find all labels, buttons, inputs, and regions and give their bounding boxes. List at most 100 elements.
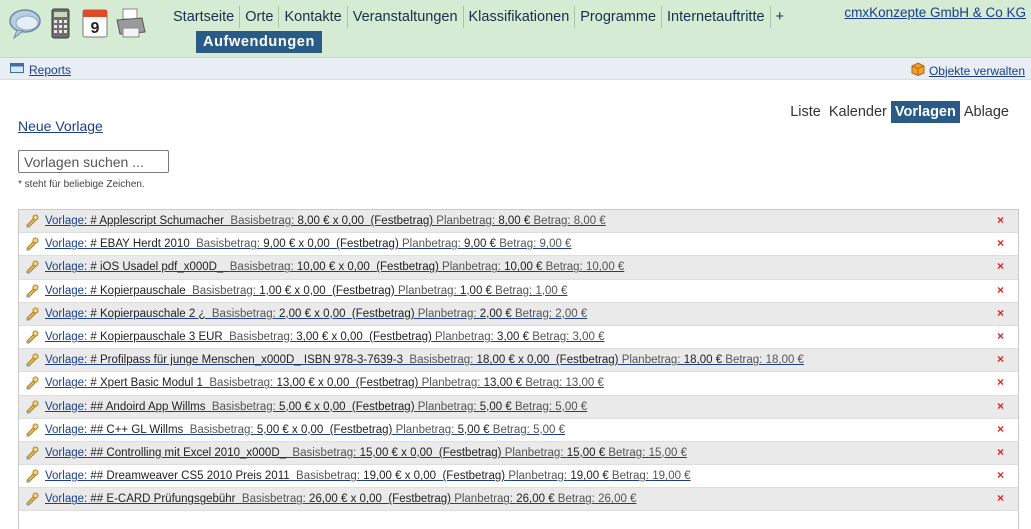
betrag-value: 5,00 € bbox=[533, 423, 566, 436]
festbetrag-label: (Festbetrag) bbox=[351, 307, 415, 320]
delete-icon[interactable]: × bbox=[997, 259, 1004, 273]
betrag-label: Betrag: bbox=[514, 400, 553, 413]
planbetrag-value: 5,00 € bbox=[457, 423, 490, 436]
template-prefix: Vorlage: bbox=[45, 215, 88, 228]
delete-icon[interactable]: × bbox=[997, 468, 1004, 482]
delete-icon[interactable]: × bbox=[997, 352, 1004, 366]
planbetrag-label: Planbetrag: bbox=[508, 470, 568, 483]
template-icon bbox=[25, 214, 39, 228]
template-link[interactable]: Vorlage: ## Andoird App Willms Basisbetr… bbox=[45, 401, 587, 413]
basis-label: Basisbetrag: bbox=[296, 470, 360, 483]
template-link[interactable]: Vorlage: ## E-CARD Prüfungsgebühr Basisb… bbox=[45, 493, 636, 505]
delete-icon[interactable]: × bbox=[997, 491, 1004, 505]
planbetrag-value: 26,00 € bbox=[516, 493, 555, 506]
planbetrag-value: 8,00 € bbox=[498, 215, 531, 228]
template-row: Vorlage: # Kopierpauschale 2 ¿ Basisbetr… bbox=[19, 302, 1018, 326]
tab-ablage[interactable]: Ablage bbox=[960, 101, 1013, 123]
template-link[interactable]: Vorlage: ## C++ GL Willms Basisbetrag: 5… bbox=[45, 424, 565, 436]
objekte-verwalten-link[interactable]: Objekte verwalten bbox=[929, 64, 1025, 78]
template-name: ## Dreamweaver CS5 2010 Preis 2011 bbox=[90, 470, 290, 483]
delete-icon[interactable]: × bbox=[997, 445, 1004, 459]
basis-label: Basisbetrag: bbox=[192, 284, 256, 297]
nav-klassifikationen[interactable]: Klassifikationen bbox=[462, 6, 575, 28]
betrag-value: 2,00 € bbox=[555, 307, 588, 320]
main-nav: Startseite Orte Kontakte Veranstaltungen… bbox=[168, 6, 789, 28]
betrag-label: Betrag: bbox=[492, 423, 530, 436]
objekte-link-wrap[interactable]: Objekte verwalten bbox=[911, 62, 1025, 79]
template-link[interactable]: Vorlage: # Kopierpauschale Basisbetrag: … bbox=[45, 285, 567, 297]
basis-label: Basisbetrag: bbox=[241, 493, 306, 506]
template-link[interactable]: Vorlage: # Applescript Schumacher Basisb… bbox=[45, 215, 606, 227]
template-link[interactable]: Vorlage: # Xpert Basic Modul 1 Basisbetr… bbox=[45, 377, 604, 389]
basis-label: Basisbetrag: bbox=[196, 238, 261, 251]
betrag-value: 9,00 € bbox=[539, 238, 572, 251]
template-icon bbox=[25, 260, 39, 275]
template-row: Vorlage: # iOS Usadel pdf_x000D_ Basisbe… bbox=[19, 256, 1018, 280]
nav-orte[interactable]: Orte bbox=[239, 6, 278, 28]
nav-more[interactable]: + bbox=[769, 6, 789, 28]
template-link[interactable]: Vorlage: # Kopierpauschale 2 ¿ Basisbetr… bbox=[45, 308, 587, 320]
festbetrag-label: (Festbetrag) bbox=[388, 493, 451, 506]
planbetrag-label: Planbetrag: bbox=[454, 493, 514, 506]
nav-programme[interactable]: Programme bbox=[574, 6, 661, 28]
template-link[interactable]: Vorlage: # Kopierpauschale 3 EUR Basisbe… bbox=[45, 331, 605, 343]
printer-icon[interactable] bbox=[114, 6, 148, 45]
planbetrag-value: 10,00 € bbox=[504, 261, 543, 274]
basis-value: 13,00 € x 0,00 bbox=[276, 377, 350, 390]
festbetrag-label: (Festbetrag) bbox=[370, 215, 434, 228]
basis-label: Basisbetrag: bbox=[409, 354, 474, 367]
calendar-day: 9 bbox=[91, 20, 100, 37]
reports-link[interactable]: Reports bbox=[29, 63, 71, 77]
delete-icon[interactable]: × bbox=[997, 399, 1004, 413]
view-tabs: Liste Kalender Vorlagen Ablage bbox=[786, 101, 1013, 123]
neue-vorlage-link[interactable]: Neue Vorlage bbox=[18, 118, 103, 134]
template-name: # Kopierpauschale bbox=[90, 284, 186, 297]
template-icon bbox=[25, 492, 39, 506]
template-icon bbox=[25, 469, 39, 483]
betrag-value: 1,00 € bbox=[535, 284, 568, 297]
chat-icon[interactable] bbox=[8, 6, 44, 45]
betrag-value: 8,00 € bbox=[573, 215, 606, 228]
basis-value: 10,00 € x 0,00 bbox=[296, 261, 370, 274]
betrag-value: 3,00 € bbox=[572, 331, 605, 344]
top-bar: 9 Startseite Orte Kontakte Veranstaltung… bbox=[0, 0, 1031, 58]
template-row: Vorlage: ## Dreamweaver CS5 2010 Preis 2… bbox=[19, 465, 1018, 489]
template-prefix: Vorlage: bbox=[45, 423, 88, 436]
tab-vorlagen[interactable]: Vorlagen bbox=[890, 101, 960, 123]
basis-value: 8,00 € x 0,00 bbox=[297, 215, 365, 228]
basis-label: Basisbetrag: bbox=[211, 307, 276, 320]
company-link[interactable]: cmxKonzepte GmbH & Co KG bbox=[844, 5, 1026, 20]
delete-icon[interactable]: × bbox=[997, 213, 1004, 227]
betrag-label: Betrag: bbox=[608, 446, 646, 459]
nav-veranstaltungen[interactable]: Veranstaltungen bbox=[346, 6, 463, 28]
template-link[interactable]: Vorlage: # EBAY Herdt 2010 Basisbetrag: … bbox=[45, 238, 571, 250]
nav-aufwendungen-active[interactable]: Aufwendungen bbox=[196, 31, 322, 53]
reports-link-wrap[interactable]: Reports bbox=[10, 62, 71, 77]
delete-icon[interactable]: × bbox=[997, 306, 1004, 320]
delete-icon[interactable]: × bbox=[997, 422, 1004, 436]
nav-startseite[interactable]: Startseite bbox=[168, 6, 239, 28]
template-link[interactable]: Vorlage: ## Dreamweaver CS5 2010 Preis 2… bbox=[45, 470, 691, 482]
template-link[interactable]: Vorlage: # Profilpass für junge Menschen… bbox=[45, 354, 804, 366]
delete-icon[interactable]: × bbox=[997, 329, 1004, 343]
nav-internetauftritte[interactable]: Internetauftritte bbox=[661, 6, 770, 28]
template-link[interactable]: Vorlage: ## Controlling mit Excel 2010_x… bbox=[45, 447, 687, 459]
festbetrag-label: (Festbetrag) bbox=[351, 400, 415, 413]
calendar-icon[interactable]: 9 bbox=[81, 6, 109, 45]
planbetrag-value: 18,00 € bbox=[683, 354, 723, 367]
template-name: # Xpert Basic Modul 1 bbox=[90, 377, 203, 390]
delete-icon[interactable]: × bbox=[997, 375, 1004, 389]
template-name: # Applescript Schumacher bbox=[90, 215, 225, 228]
search-input[interactable] bbox=[18, 150, 169, 173]
template-link[interactable]: Vorlage: # iOS Usadel pdf_x000D_ Basisbe… bbox=[45, 261, 624, 273]
tab-liste[interactable]: Liste bbox=[786, 101, 825, 123]
template-row: Vorlage: # Profilpass für junge Menschen… bbox=[19, 349, 1018, 373]
template-icon bbox=[25, 330, 39, 344]
festbetrag-label: (Festbetrag) bbox=[355, 377, 419, 390]
calculator-icon[interactable] bbox=[50, 6, 72, 45]
tab-kalender[interactable]: Kalender bbox=[825, 101, 891, 123]
delete-icon[interactable]: × bbox=[997, 236, 1004, 250]
festbetrag-label: (Festbetrag) bbox=[369, 331, 432, 344]
delete-icon[interactable]: × bbox=[997, 283, 1004, 297]
nav-kontakte[interactable]: Kontakte bbox=[278, 6, 346, 28]
